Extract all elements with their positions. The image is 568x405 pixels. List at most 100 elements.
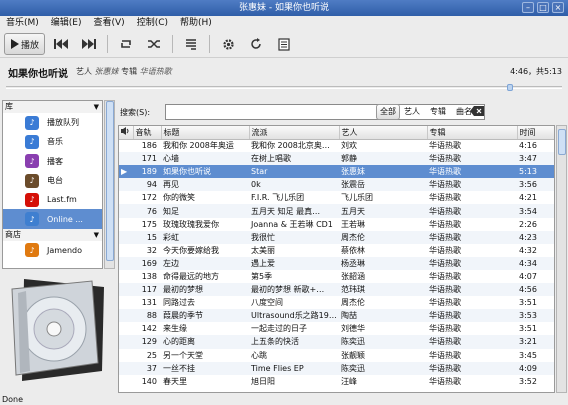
title-cell: 心墙 bbox=[161, 152, 249, 166]
sidebar-item-2[interactable]: ♪ 播客 bbox=[3, 152, 102, 171]
column-artist[interactable]: 艺人 bbox=[339, 126, 428, 140]
next-button[interactable] bbox=[77, 33, 101, 55]
refresh-button[interactable] bbox=[244, 33, 268, 55]
table-row[interactable]: 117 最初的梦想 最初的梦想 新歌+… 范玮琪 华语热歌 4:56 bbox=[119, 283, 554, 297]
track-cell: 88 bbox=[133, 309, 161, 323]
jamendo-icon: ♪ bbox=[25, 243, 39, 258]
store-header[interactable]: 商店 ▼ bbox=[3, 228, 102, 241]
table-row[interactable]: 142 来生缘 一起走过的日子 刘德华 华语热歌 3:51 bbox=[119, 322, 554, 335]
track-cell: 117 bbox=[133, 283, 161, 297]
artist-cell: 范玮琪 bbox=[339, 283, 427, 297]
table-row[interactable]: 175 玫瑰玫瑰我爱你 Joanna & 王若琳 CD1 王若琳 华语热歌 2:26 bbox=[119, 218, 554, 231]
previous-button[interactable] bbox=[49, 33, 73, 55]
artist-cell: 刘欢 bbox=[341, 141, 357, 151]
table-row[interactable]: 186 我和你 2008年奥运 我和你 2008北京奥… 刘欢 华语热歌 4:16 bbox=[119, 139, 554, 152]
time-cell: 4:16 bbox=[519, 141, 537, 151]
filter-all[interactable]: 全部 bbox=[376, 104, 400, 120]
artist-cell: 周杰伦 bbox=[341, 298, 365, 308]
column-album[interactable]: 专辑 bbox=[427, 126, 518, 140]
menu-control[interactable]: 控制(C) bbox=[137, 16, 168, 30]
filter-album[interactable]: 专辑 bbox=[426, 104, 450, 120]
album-prefix: 专辑 bbox=[121, 67, 138, 76]
album-cell: 华语热歌 bbox=[427, 178, 517, 192]
sidebar-item-4[interactable]: ♪ Last.fm bbox=[3, 190, 102, 209]
sidebar-item-1[interactable]: ♪ 音乐 bbox=[3, 132, 102, 151]
scrollbar-thumb[interactable] bbox=[106, 101, 114, 261]
table-row[interactable]: ▶ 189 如果你也听说 Star 张惠妹 华语热歌 5:13 bbox=[119, 165, 554, 179]
menu-edit[interactable]: 编辑(E) bbox=[51, 16, 82, 30]
close-button[interactable]: × bbox=[552, 2, 564, 13]
table-row[interactable]: 88 葭晨的季节 Ultrasound乐之路19… 陶喆 华语热歌 3:53 bbox=[119, 309, 554, 323]
table-row[interactable]: 129 心的距离 上五条的快活 陈奕迅 华语热歌 3:21 bbox=[119, 335, 554, 349]
status-bar: Done bbox=[0, 394, 568, 405]
table-row[interactable]: 76 知足 五月天 知足 最真… 五月天 华语热歌 3:54 bbox=[119, 204, 554, 218]
now-playing-indicator bbox=[119, 152, 133, 166]
filter-title[interactable]: 曲名 bbox=[452, 104, 476, 120]
menu-music[interactable]: 音乐(M) bbox=[6, 16, 39, 30]
table-row[interactable]: 169 左边 遇上爱 杨丞琳 华语热歌 4:34 bbox=[119, 256, 554, 270]
filter-artist[interactable]: 艺人 bbox=[400, 104, 424, 120]
table-row[interactable]: 32 今天你要嫁给我 太美丽 蔡依林 华语热歌 4:32 bbox=[119, 244, 554, 257]
table-row[interactable]: 140 春天里 旭日阳 汪峰 华语热歌 3:52 bbox=[119, 375, 554, 388]
now-playing-indicator bbox=[119, 230, 133, 244]
artist-cell: 周杰伦 bbox=[339, 230, 427, 244]
seek-slider[interactable] bbox=[0, 84, 568, 92]
info-button[interactable] bbox=[272, 33, 296, 55]
minimize-button[interactable]: – bbox=[522, 2, 534, 13]
time-cell: 3:51 bbox=[519, 298, 537, 308]
preferences-button[interactable] bbox=[216, 33, 240, 55]
sidebar-item-label: 电台 bbox=[47, 176, 63, 186]
table-row[interactable]: 138 命得最远的地方 第5季 张韶涵 华语热歌 4:07 bbox=[119, 270, 554, 283]
repeat-button[interactable] bbox=[114, 33, 138, 55]
genre-cell: 五月天 知足 最真… bbox=[249, 204, 339, 218]
shuffle-button[interactable] bbox=[142, 33, 166, 55]
time-cell: 3:53 bbox=[517, 309, 554, 323]
track-cell: 76 bbox=[133, 204, 161, 218]
play-button[interactable]: 播放 bbox=[4, 33, 46, 55]
title-cell: 春天里 bbox=[163, 376, 187, 386]
table-row[interactable]: 37 一丝不挂 Time Flies EP 陈奕迅 华语热歌 4:09 bbox=[119, 361, 554, 375]
now-playing-indicator bbox=[119, 296, 133, 309]
playlist-button[interactable] bbox=[179, 33, 203, 55]
sidebar-item-label: 音乐 bbox=[47, 137, 63, 147]
scrollbar-thumb[interactable] bbox=[558, 129, 566, 155]
track-cell: 140 bbox=[141, 376, 157, 386]
table-row[interactable]: 94 再见 0k 张震岳 华语热歌 3:56 bbox=[119, 178, 554, 192]
table-row[interactable]: 15 彩虹 我很忙 周杰伦 华语热歌 4:23 bbox=[119, 230, 554, 244]
table-row[interactable]: 131 同路过去 八度空间 周杰伦 华语热歌 3:51 bbox=[119, 296, 554, 309]
library-header[interactable]: 库 ▼ bbox=[3, 101, 102, 113]
column-time[interactable]: 时间 bbox=[517, 126, 554, 140]
menu-view[interactable]: 查看(V) bbox=[94, 16, 125, 30]
sidebar-item-label: Online ... bbox=[47, 214, 83, 224]
column-track[interactable]: 音轨 bbox=[133, 126, 162, 140]
time-cell: 3:52 bbox=[519, 376, 537, 386]
table-row[interactable]: 171 心墙 在树上唱歌 郭静 华语热歌 3:47 bbox=[119, 152, 554, 166]
artist-cell: 张惠妹 bbox=[339, 165, 427, 179]
track-list-scrollbar[interactable] bbox=[556, 125, 567, 393]
sidebar-item-3[interactable]: ♪ 电台 bbox=[3, 171, 102, 190]
maximize-button[interactable]: □ bbox=[537, 2, 549, 13]
play-button-label: 播放 bbox=[21, 40, 40, 51]
table-row[interactable]: 172 你的微笑 F.I.R. 飞儿乐团 飞儿乐团 华语热歌 4:21 bbox=[119, 191, 554, 204]
title-cell: 同路过去 bbox=[163, 298, 195, 308]
column-genre[interactable]: 流派 bbox=[249, 126, 340, 140]
artist-cell: 五月天 bbox=[339, 204, 427, 218]
shuffle-icon bbox=[148, 40, 161, 48]
title-cell: 心的距离 bbox=[161, 335, 249, 349]
sidebar-scrollbar[interactable] bbox=[104, 100, 115, 269]
seek-handle[interactable] bbox=[506, 84, 513, 91]
genre-cell: 八度空间 bbox=[251, 298, 283, 308]
sidebar-item-5[interactable]: ♪ Online ... bbox=[3, 209, 102, 229]
column-playing-icon[interactable] bbox=[119, 126, 134, 140]
menu-help[interactable]: 帮助(H) bbox=[180, 16, 212, 30]
table-row[interactable]: 25 另一个天堂 心跳 张靓颖 华语热歌 3:45 bbox=[119, 349, 554, 362]
store-item-0[interactable]: ♪ Jamendo bbox=[3, 241, 102, 260]
lastfm-icon: ♪ bbox=[25, 192, 39, 207]
album-cell: 华语热歌 bbox=[429, 376, 461, 386]
time-cell: 3:45 bbox=[519, 350, 537, 360]
play-queue-icon: ♪ bbox=[25, 115, 39, 130]
gear-icon bbox=[222, 38, 234, 50]
column-title[interactable]: 标题 bbox=[161, 126, 250, 140]
previous-icon bbox=[54, 39, 69, 49]
sidebar-item-0[interactable]: ♪ 播放队列 bbox=[3, 113, 102, 132]
